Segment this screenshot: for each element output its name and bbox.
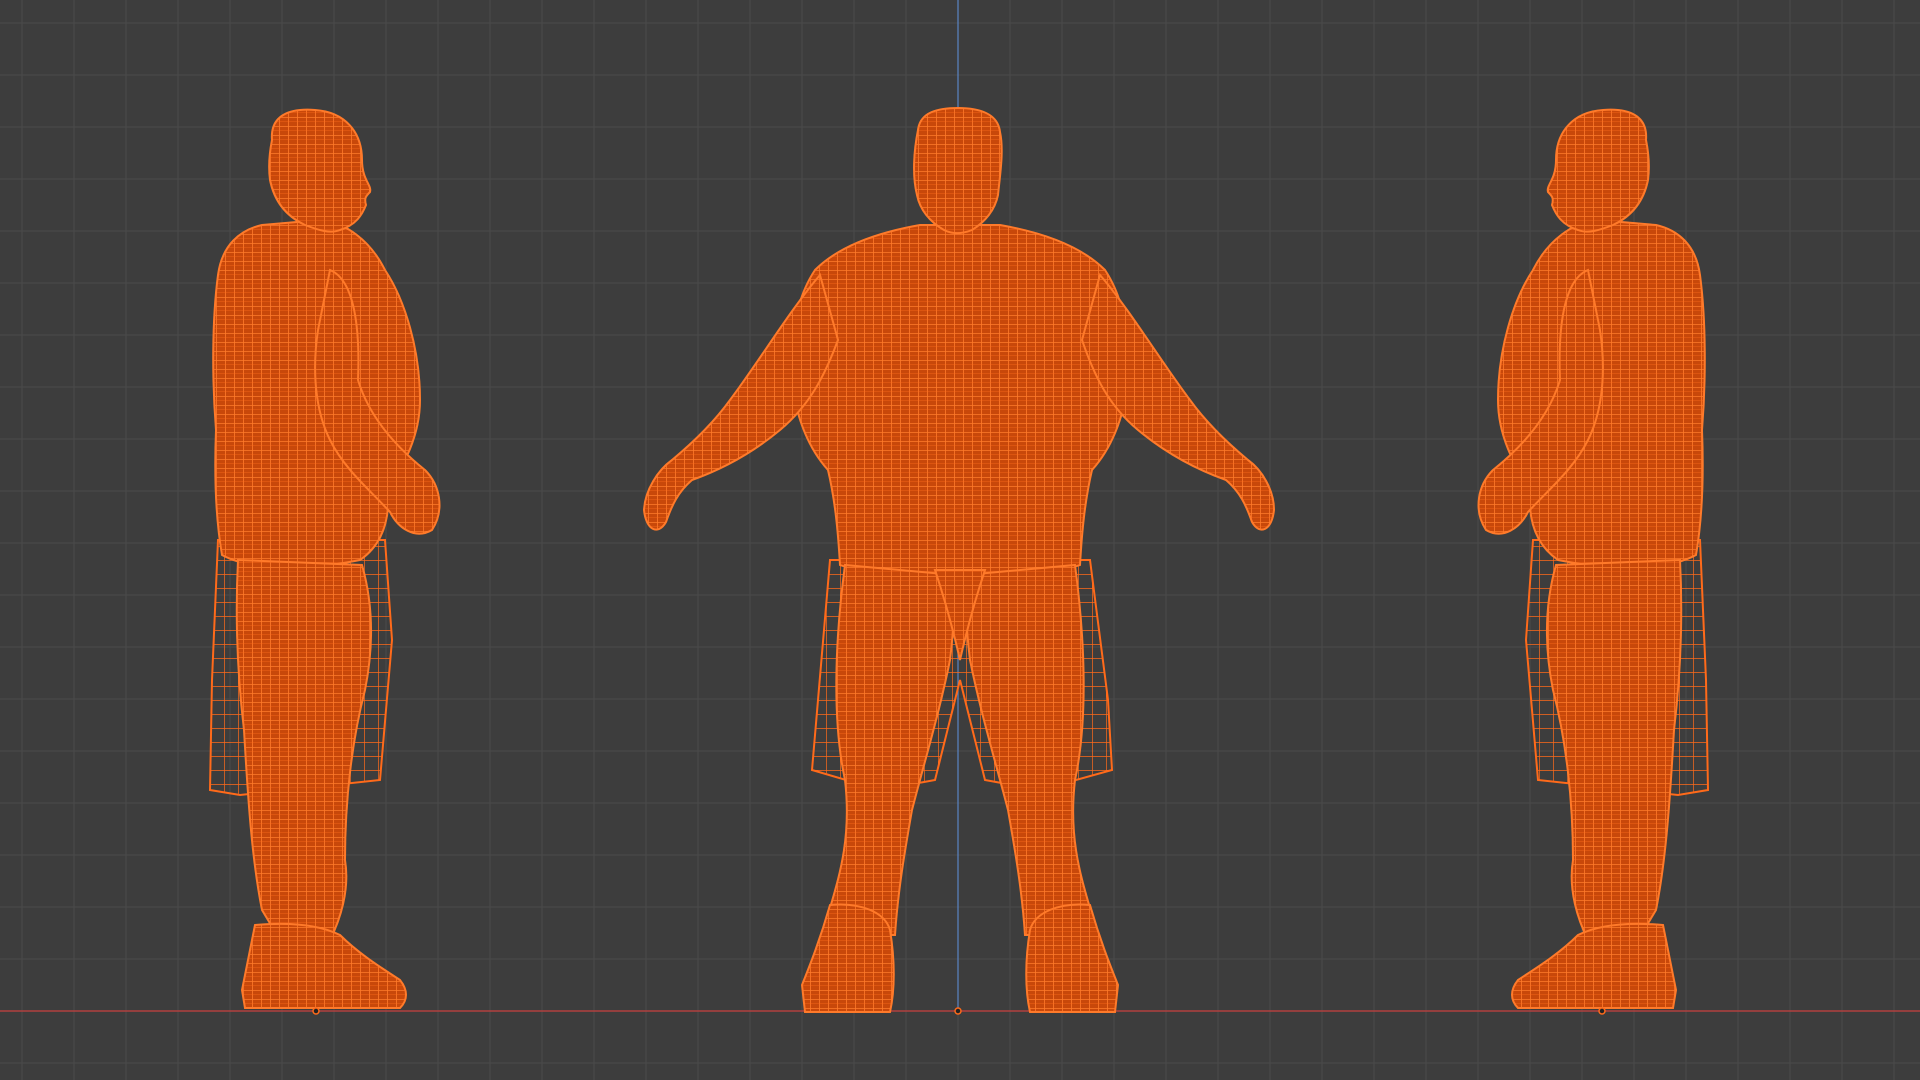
character-front[interactable] bbox=[642, 106, 1276, 1015]
3d-viewport[interactable] bbox=[0, 0, 1920, 1080]
object-origin-dot[interactable] bbox=[312, 1007, 320, 1015]
character-side-right[interactable] bbox=[1477, 108, 1710, 1015]
torso-mesh bbox=[790, 224, 1130, 578]
shoe-mesh bbox=[1511, 922, 1678, 1009]
left-shoe-mesh bbox=[800, 903, 895, 1013]
head-mesh bbox=[268, 108, 372, 233]
head-mesh bbox=[913, 106, 1003, 234]
character-side-left[interactable] bbox=[208, 108, 441, 1015]
object-origin-dot[interactable] bbox=[1598, 1007, 1606, 1015]
legs-mesh bbox=[235, 558, 373, 941]
object-origin-dot[interactable] bbox=[954, 1007, 962, 1015]
right-shoe-mesh bbox=[1025, 903, 1120, 1013]
viewport-canvas[interactable] bbox=[0, 0, 1920, 1080]
legs-mesh bbox=[1545, 558, 1683, 941]
shoe-mesh bbox=[240, 922, 407, 1009]
